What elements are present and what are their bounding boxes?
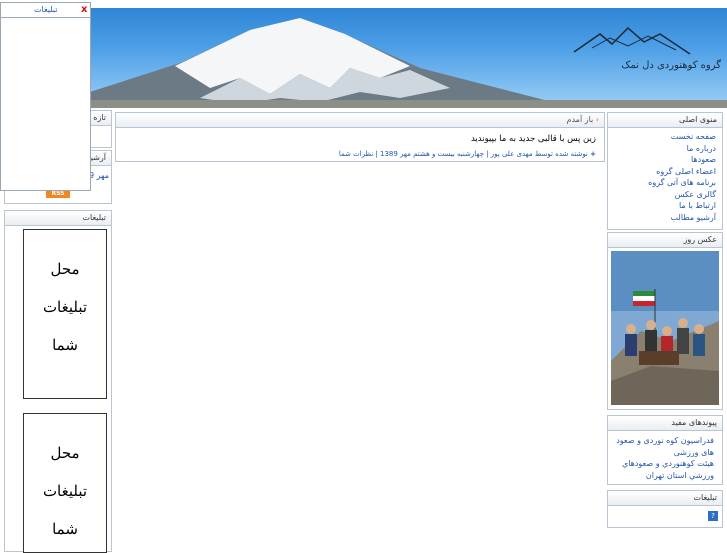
useful-links-box: پیوندهای مفید فدراسیون کوه نوردی و صعود … [607,415,723,485]
photo-of-day-title: عکس روز [608,233,722,248]
link-tehran-board[interactable]: هیئت کوهنوردي و صعودهاي ورزشي استان تهرا… [612,458,714,481]
site-name: گروه کوهنوردی دل نمک [621,60,721,71]
menu-item-gallery[interactable]: گالری عکس [608,189,716,201]
useful-links-list: فدراسیون کوه نوردی و صعود های ورزشی هیئت… [608,431,722,481]
ad-line-3: شما [52,520,78,538]
close-icon[interactable]: x [81,4,87,15]
main-menu-box: منوی اصلی صفحه نخست درباره ما صعودها اعض… [607,112,723,230]
menu-item-archive[interactable]: آرشیو مطالب [608,212,716,224]
menu-item-upcoming[interactable]: برنامه های آتی گروه [608,177,716,189]
expand-plus-icon[interactable]: + [590,150,596,158]
menu-item-climbs[interactable]: صعودها [608,154,716,166]
photo-of-day-box: عکس روز [607,232,723,410]
ad-placeholder-card[interactable]: محل تبلیغات شما [23,413,107,553]
post-footer: + نوشته شده توسط مهدی علی پور | چهارشنبه… [116,144,604,158]
link-federation[interactable]: فدراسیون کوه نوردی و صعود های ورزشی [612,435,714,458]
ad-line-1: محل [50,444,80,462]
main-menu-list: صفحه نخست درباره ما صعودها اعضاء اصلی گر… [608,128,722,223]
post-bullet-icon: ‹ [595,115,599,124]
menu-item-members[interactable]: اعضاء اصلی گروه [608,166,716,178]
ad-line-2: تبلیغات [42,298,88,316]
post-header: ‹ باز آمدم [116,113,604,128]
menu-item-about[interactable]: درباره ما [608,143,716,155]
question-image-icon[interactable]: ? [708,511,718,521]
mountain-banner-image [0,18,727,108]
floating-ad-panel: تبلیغات x [0,2,91,191]
post-title[interactable]: باز آمدم [567,115,594,124]
archive-item[interactable]: مهر 9 [89,171,109,180]
group-photo-image[interactable] [611,251,719,405]
main-menu-title: منوی اصلی [608,113,722,128]
menu-item-contact[interactable]: ارتباط با ما [608,200,716,212]
ad-line-1: محل [50,260,80,278]
ad-placeholder-card[interactable]: محل تبلیغات شما [23,229,107,399]
left-ads-box: تبلیغات محل تبلیغات شما محل تبلیغات شما [4,210,112,553]
useful-links-title: پیوندهای مفید [608,416,722,431]
post-meta[interactable]: نوشته شده توسط مهدی علی پور | چهارشنبه ب… [339,150,588,158]
right-ads-box: تبلیغات ? [607,490,723,528]
site-header: گروه کوهنوردی دل نمک [0,8,727,108]
right-ads-title: تبلیغات [608,491,722,506]
floating-ad-title: تبلیغات [34,5,58,14]
ad-line-3: شما [52,336,78,354]
ad-line-2: تبلیغات [42,482,88,500]
post-box: ‹ باز آمدم زین پس با قالبی جدید به ما بپ… [115,112,605,162]
menu-item-home[interactable]: صفحه نخست [608,131,716,143]
rss-button[interactable]: RSS [46,190,70,198]
post-body: زین پس با قالبی جدید به ما بپیوندید [470,134,596,144]
left-ads-title: تبلیغات [5,211,111,226]
